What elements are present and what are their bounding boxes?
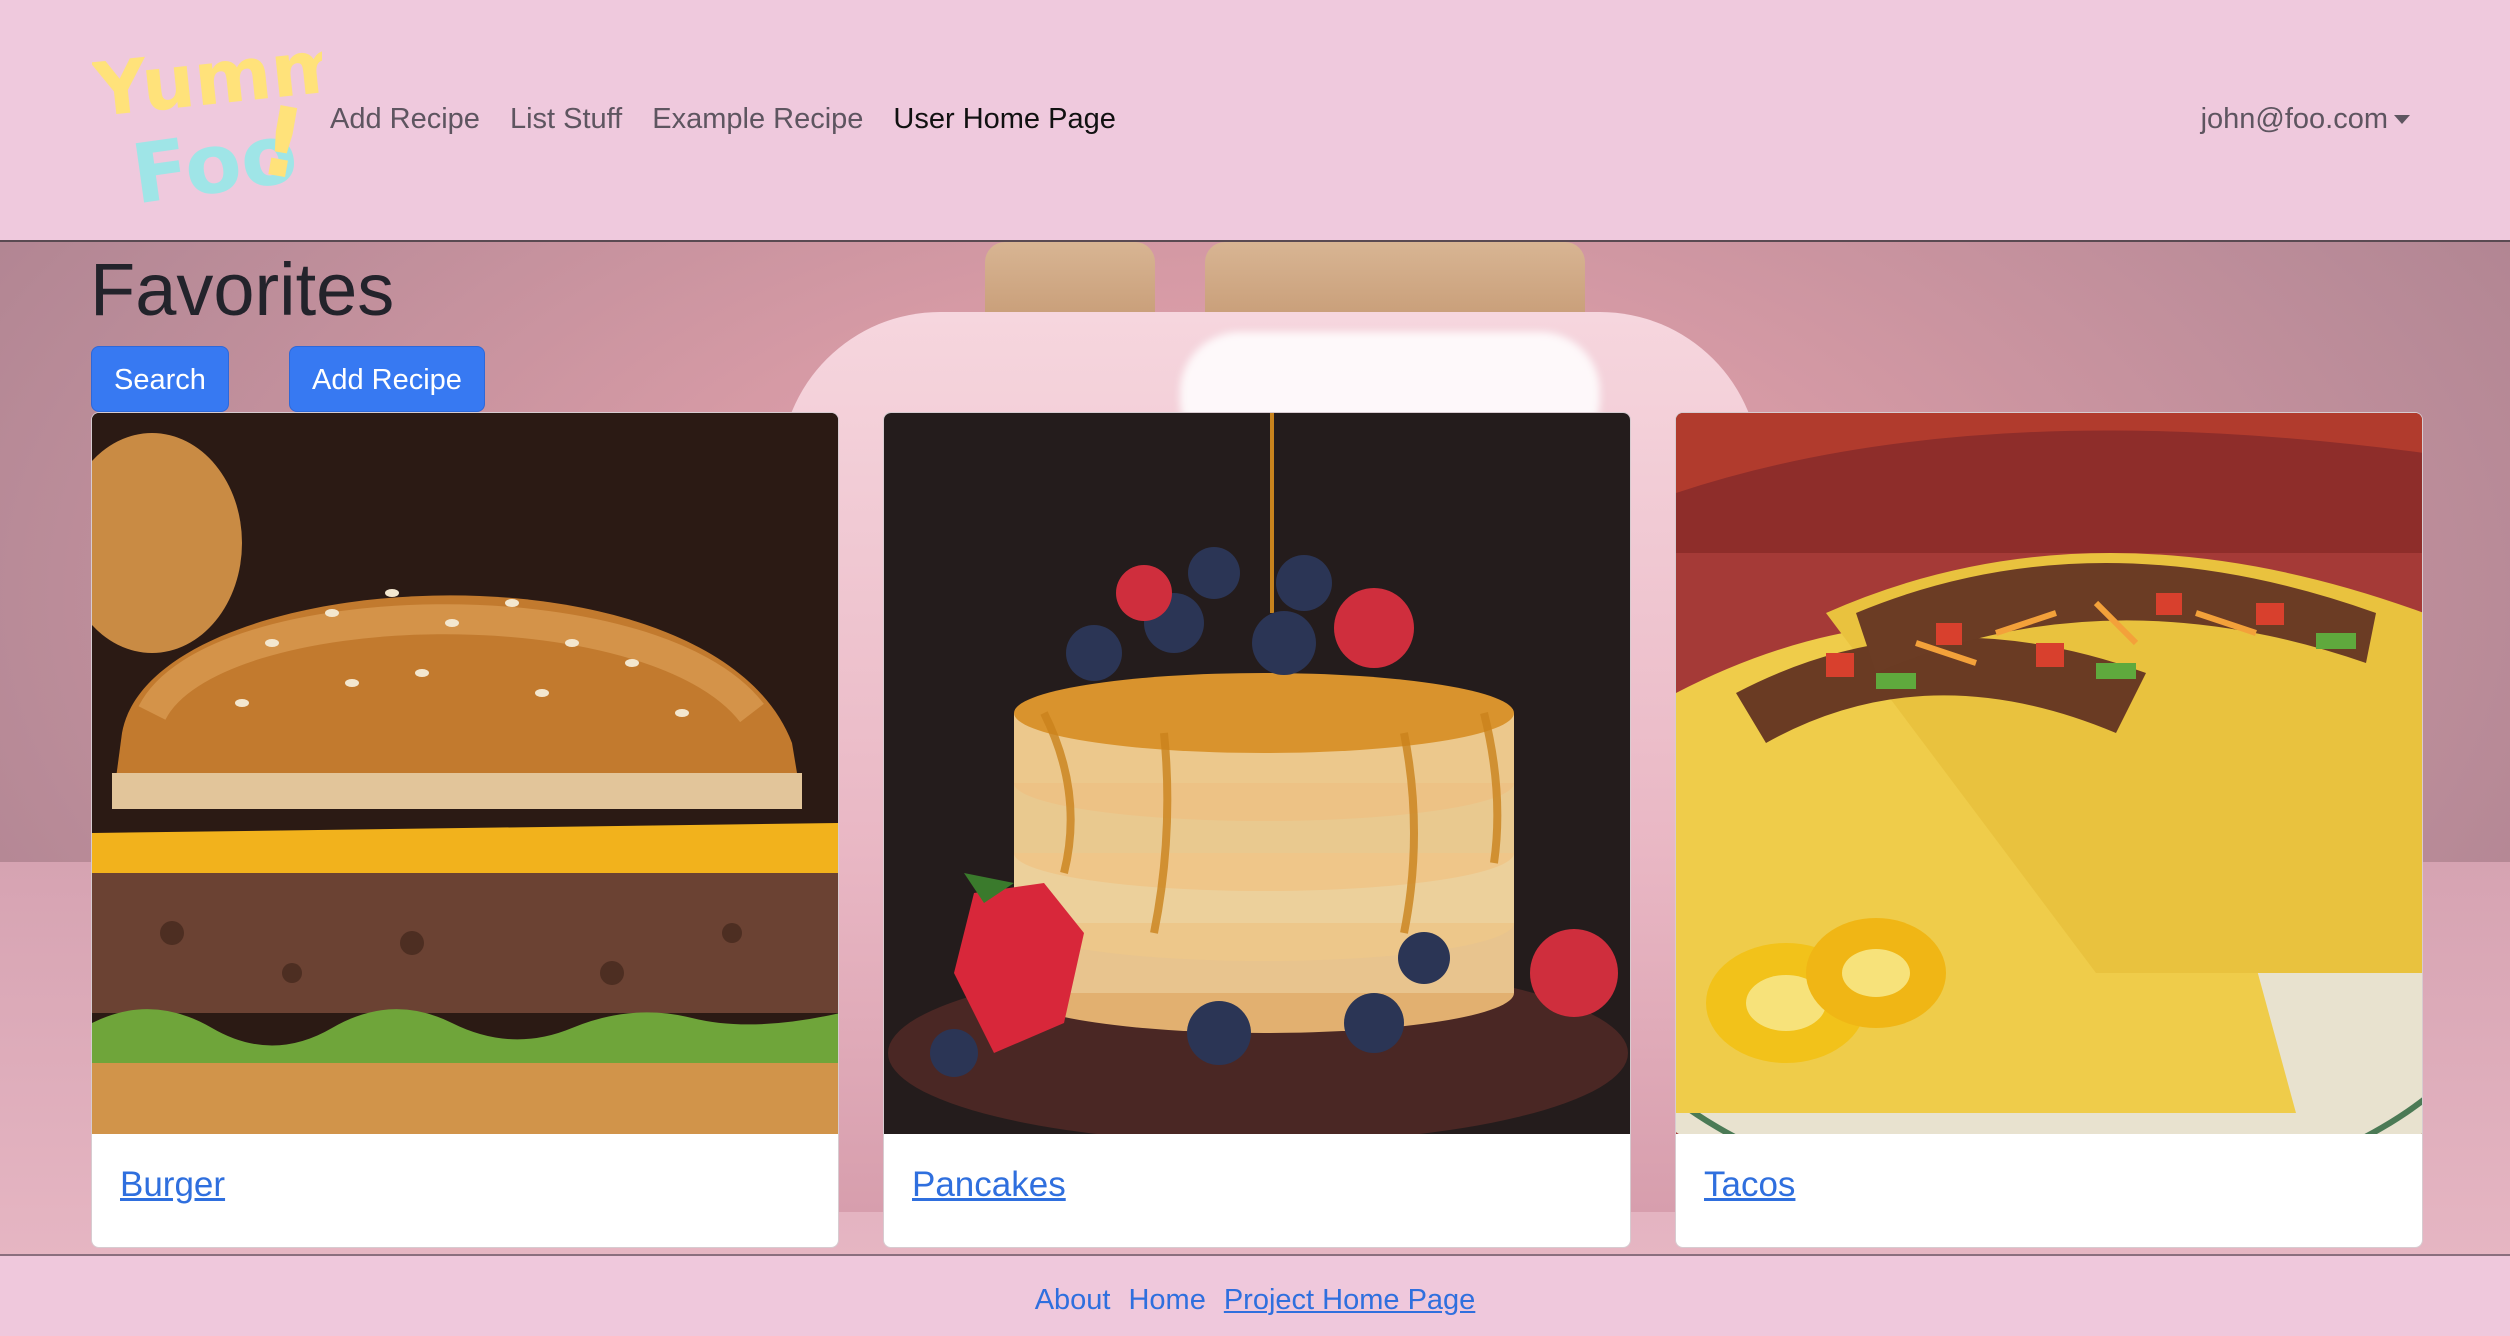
page-title: Favorites — [90, 248, 395, 331]
footer-home-link[interactable]: Home — [1128, 1284, 1205, 1317]
nav-add-recipe[interactable]: Add Recipe — [330, 103, 480, 136]
pancakes-image[interactable] — [884, 413, 1630, 1134]
chevron-down-icon — [2394, 114, 2410, 124]
yummy-foo-logo[interactable]: Yummy Foo ! — [89, 17, 401, 223]
tacos-image[interactable] — [1676, 413, 2422, 1134]
recipe-link-tacos[interactable]: Tacos — [1704, 1165, 1795, 1205]
footer-about-link[interactable]: About — [1035, 1284, 1111, 1317]
user-email: john@foo.com — [2200, 102, 2388, 135]
burger-image[interactable] — [92, 413, 838, 1134]
nav-list-stuff[interactable]: List Stuff — [510, 103, 622, 136]
recipe-card[interactable]: Pancakes — [883, 412, 1631, 1248]
recipe-link-burger[interactable]: Burger — [120, 1165, 225, 1205]
user-dropdown[interactable]: john@foo.com — [2201, 96, 2410, 142]
add-recipe-button[interactable]: Add Recipe — [289, 346, 485, 412]
footer-project-home-link[interactable]: Project Home Page — [1224, 1284, 1475, 1317]
nav-links: Add Recipe List Stuff Example Recipe Use… — [330, 96, 1146, 142]
search-button[interactable]: Search — [91, 346, 229, 412]
navbar: Yummy Foo ! Add Recipe List Stuff Exampl… — [0, 0, 2510, 242]
recipe-card[interactable]: Burger — [91, 412, 839, 1248]
nav-user-home-page[interactable]: User Home Page — [893, 103, 1115, 136]
nav-example-recipe[interactable]: Example Recipe — [652, 103, 863, 136]
footer: About Home Project Home Page — [0, 1254, 2510, 1336]
recipe-card[interactable]: Tacos — [1675, 412, 2423, 1248]
recipe-link-pancakes[interactable]: Pancakes — [912, 1165, 1066, 1205]
